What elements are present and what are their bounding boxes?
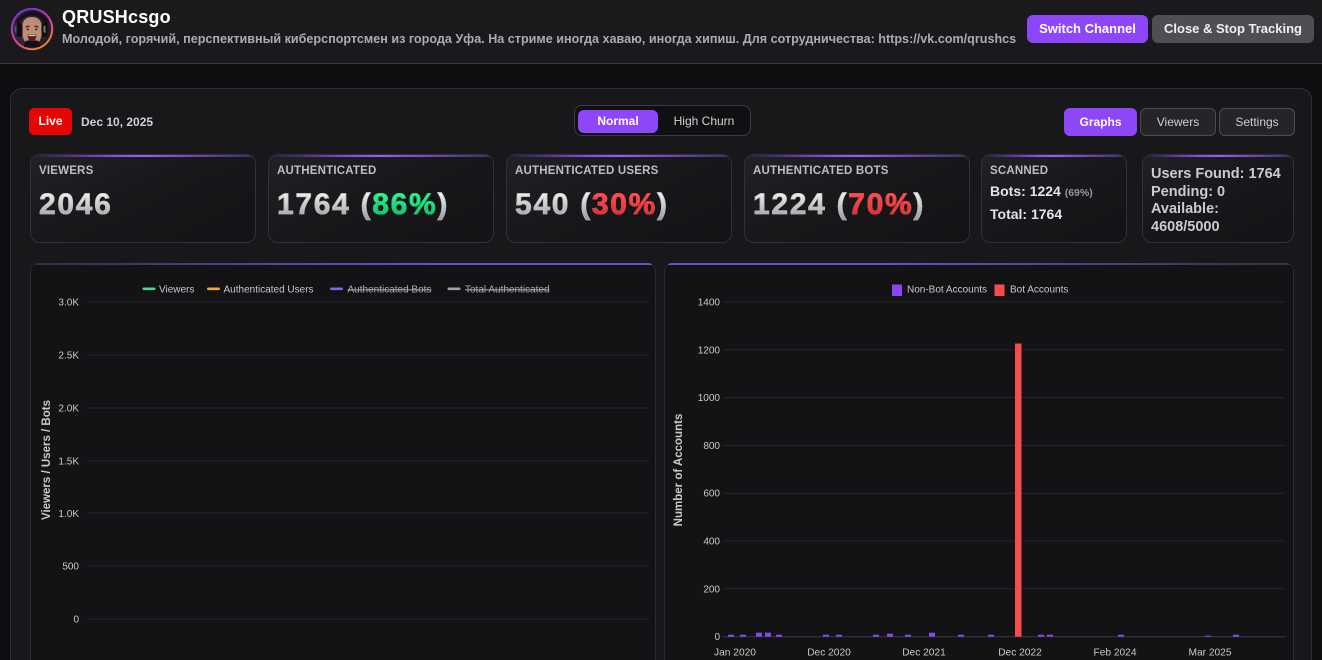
svg-text:Non-Bot Accounts: Non-Bot Accounts bbox=[907, 285, 987, 296]
svg-text:Dec 2020: Dec 2020 bbox=[807, 648, 851, 659]
svg-text:Dec 2022: Dec 2022 bbox=[998, 648, 1042, 659]
svg-text:2.5K: 2.5K bbox=[58, 351, 79, 362]
svg-text:1.5K: 1.5K bbox=[58, 457, 79, 468]
svg-text:0: 0 bbox=[73, 615, 79, 626]
svg-text:Total Authenticated: Total Authenticated bbox=[465, 285, 550, 296]
svg-text:800: 800 bbox=[703, 441, 720, 452]
svg-text:1000: 1000 bbox=[698, 393, 721, 404]
svg-text:Number of Accounts: Number of Accounts bbox=[673, 414, 685, 527]
svg-text:200: 200 bbox=[703, 584, 720, 595]
svg-text:Dec 2021: Dec 2021 bbox=[902, 648, 946, 659]
svg-text:0: 0 bbox=[714, 632, 720, 643]
svg-text:Jan 2020: Jan 2020 bbox=[714, 648, 756, 659]
svg-text:Bot Accounts: Bot Accounts bbox=[1010, 285, 1068, 296]
svg-text:1.0K: 1.0K bbox=[58, 509, 79, 520]
svg-text:Authenticated Users: Authenticated Users bbox=[224, 285, 314, 296]
svg-text:Feb 2024: Feb 2024 bbox=[1093, 648, 1136, 659]
svg-text:3.0K: 3.0K bbox=[58, 298, 79, 309]
svg-text:Viewers: Viewers bbox=[159, 285, 194, 296]
svg-text:1200: 1200 bbox=[698, 345, 721, 356]
svg-text:500: 500 bbox=[62, 562, 79, 573]
svg-text:400: 400 bbox=[703, 537, 720, 548]
svg-text:1400: 1400 bbox=[698, 298, 721, 309]
svg-text:600: 600 bbox=[703, 489, 720, 500]
svg-text:Mar 2025: Mar 2025 bbox=[1188, 648, 1231, 659]
svg-text:2.0K: 2.0K bbox=[58, 404, 79, 415]
svg-text:Viewers / Users / Bots: Viewers / Users / Bots bbox=[41, 400, 53, 520]
svg-text:Authenticated Bots: Authenticated Bots bbox=[348, 285, 432, 296]
